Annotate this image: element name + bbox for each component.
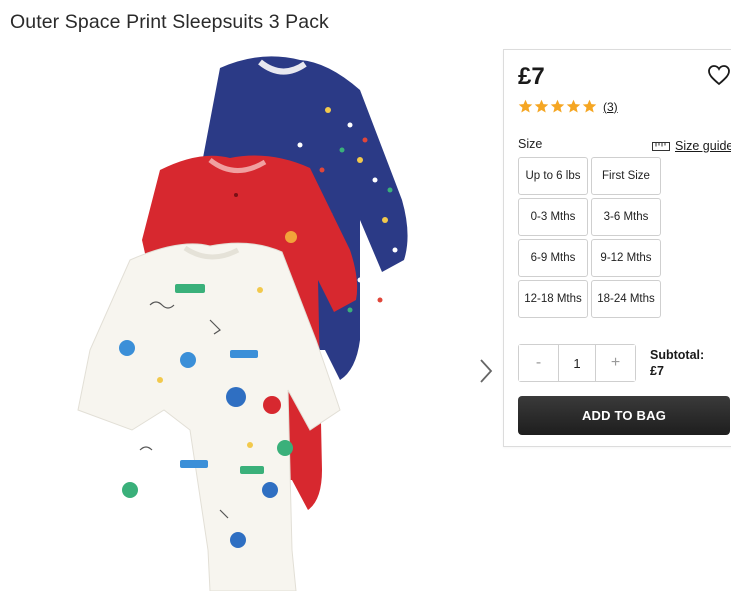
size-options: Up to 6 lbs First Size 0-3 Mths 3-6 Mths…: [518, 157, 661, 318]
size-option-up-to-6-lbs[interactable]: Up to 6 lbs: [518, 157, 588, 195]
subtotal-value: £7: [650, 364, 664, 378]
quantity-decrement-button[interactable]: -: [519, 345, 558, 381]
product-title: Outer Space Print Sleepsuits 3 Pack: [10, 11, 329, 33]
product-image[interactable]: [60, 50, 460, 591]
size-option-3-6-mths[interactable]: 3-6 Mths: [591, 198, 661, 236]
rating: (3): [518, 99, 618, 114]
add-to-bag-button[interactable]: ADD TO BAG: [518, 396, 730, 435]
size-guide-label: Size guide: [675, 139, 731, 153]
purchase-panel: £7 (3) Size Size guide Up to 6 lbs First…: [503, 49, 731, 447]
size-label: Size: [518, 137, 543, 151]
size-option-0-3-mths[interactable]: 0-3 Mths: [518, 198, 588, 236]
size-option-12-18-mths[interactable]: 12-18 Mths: [518, 280, 588, 318]
subtotal-label: Subtotal:: [650, 348, 705, 362]
chevron-right-icon[interactable]: [476, 358, 496, 384]
star-icon: [582, 99, 597, 113]
size-option-18-24-mths[interactable]: 18-24 Mths: [591, 280, 661, 318]
ruler-icon: [652, 141, 670, 151]
star-icon: [550, 99, 565, 113]
size-guide-link[interactable]: Size guide: [652, 139, 731, 153]
subtotal: Subtotal: £7: [650, 347, 704, 379]
size-option-6-9-mths[interactable]: 6-9 Mths: [518, 239, 588, 277]
star-icon: [534, 99, 549, 113]
star-icon: [518, 99, 533, 113]
heart-outline-icon[interactable]: [707, 64, 731, 86]
product-price: £7: [518, 63, 545, 90]
star-rating: [518, 99, 597, 114]
size-option-9-12-mths[interactable]: 9-12 Mths: [591, 239, 661, 277]
quantity-stepper: - +: [518, 344, 636, 382]
size-option-first-size[interactable]: First Size: [591, 157, 661, 195]
sleepsuits-illustration: [77, 56, 408, 591]
quantity-increment-button[interactable]: +: [596, 345, 635, 381]
quantity-input[interactable]: [558, 345, 596, 381]
star-icon: [566, 99, 581, 113]
review-count-link[interactable]: (3): [603, 100, 618, 114]
